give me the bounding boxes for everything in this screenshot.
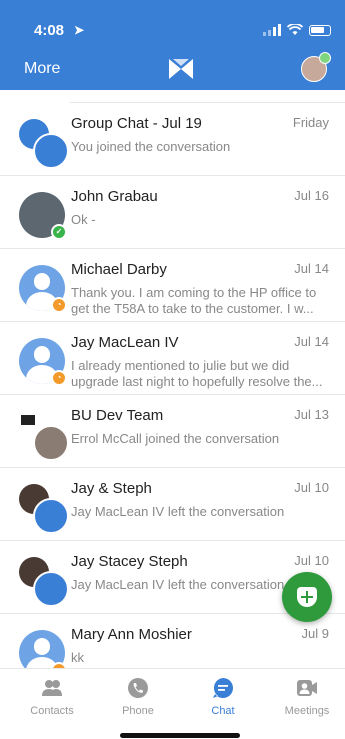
chat-row[interactable]: ◔ Mary Ann Moshier Jul 9 kk xyxy=(0,614,345,668)
tab-label: Meetings xyxy=(284,705,330,717)
tab-phone[interactable]: Phone xyxy=(95,677,181,717)
chat-name: Michael Darby xyxy=(71,261,167,278)
chat-date: Jul 9 xyxy=(301,626,329,641)
status-time: 4:08 xyxy=(34,22,65,39)
online-status-icon: ✓ xyxy=(51,224,67,240)
status-bar: 4:08 ➤ xyxy=(0,22,345,42)
tab-bar: Contacts Phone Chat Meetings xyxy=(0,668,345,739)
chat-name: Jay MacLean IV xyxy=(71,334,179,351)
chat-preview: Ok - xyxy=(71,212,96,227)
chat-preview: Thank you. I am coming to the HP office … xyxy=(71,285,317,316)
chat-row[interactable]: Jay & Steph Jul 10 Jay MacLean IV left t… xyxy=(0,468,345,541)
chat-name: Jay & Steph xyxy=(71,480,152,497)
chat-row[interactable]: ◔ Jay MacLean IV Jul 14 I already mentio… xyxy=(0,322,345,395)
chat-date: Jul 10 xyxy=(294,553,329,568)
group-avatar xyxy=(19,484,69,534)
profile-avatar[interactable] xyxy=(301,52,331,82)
chat-preview: I already mentioned to julie but we did … xyxy=(71,358,323,389)
chat-name: Jay Stacey Steph xyxy=(71,553,188,570)
chat-preview: Errol McCall joined the conversation xyxy=(71,431,280,446)
chat-name: Mary Ann Moshier xyxy=(71,626,192,643)
contacts-icon xyxy=(42,680,62,696)
wifi-icon xyxy=(287,24,303,35)
location-icon: ➤ xyxy=(74,23,85,37)
battery-icon xyxy=(309,24,331,36)
chat-row[interactable]: Group Chat - Jul 19 Friday You joined th… xyxy=(0,103,345,176)
online-status-icon xyxy=(319,52,331,64)
chat-icon xyxy=(213,678,233,698)
group-avatar xyxy=(19,557,69,607)
chat-row[interactable]: ✓ John Grabau Jul 16 Ok - xyxy=(0,176,345,249)
chat-preview: Jay MacLean IV left the conversation xyxy=(71,504,285,519)
app-header: 4:08 ➤ More xyxy=(0,0,345,90)
chat-name: BU Dev Team xyxy=(71,407,164,424)
new-chat-button[interactable] xyxy=(282,572,332,622)
group-avatar xyxy=(19,411,69,461)
contact-avatar: ◔ xyxy=(19,630,67,668)
tab-contacts[interactable]: Contacts xyxy=(9,677,95,717)
nav-bar: More xyxy=(0,52,345,86)
phone-icon xyxy=(128,678,148,698)
team-logo-icon xyxy=(21,415,35,425)
contact-avatar: ◔ xyxy=(19,265,67,313)
more-button[interactable]: More xyxy=(24,60,60,78)
app-logo-icon xyxy=(169,59,193,79)
add-chat-icon xyxy=(297,587,317,607)
away-status-icon: ◔ xyxy=(51,370,67,386)
away-status-icon: ◔ xyxy=(51,297,67,313)
chat-date: Jul 13 xyxy=(294,407,329,422)
chat-preview: You joined the conversation xyxy=(71,139,231,154)
chat-row[interactable]: BU Dev Team Jul 13 Errol McCall joined t… xyxy=(0,395,345,468)
signal-icon xyxy=(263,24,281,36)
chat-row[interactable]: ◔ Michael Darby Jul 14 Thank you. I am c… xyxy=(0,249,345,322)
chat-date: Friday xyxy=(292,115,329,130)
contact-avatar: ✓ xyxy=(19,192,67,240)
tab-label: Chat xyxy=(211,705,235,717)
tab-meetings[interactable]: Meetings xyxy=(264,677,345,717)
chat-date: Jul 16 xyxy=(294,188,329,203)
chat-date: Jul 10 xyxy=(294,480,329,495)
contact-avatar: ◔ xyxy=(19,338,67,386)
home-indicator xyxy=(120,733,240,738)
chat-name: Group Chat - Jul 19 xyxy=(71,115,202,132)
chat-date: Jul 14 xyxy=(294,261,329,276)
chat-date: Jul 14 xyxy=(294,334,329,349)
group-avatar xyxy=(19,119,69,169)
chat-preview: kk xyxy=(71,650,84,665)
tab-chat[interactable]: Chat xyxy=(180,677,266,717)
meetings-icon xyxy=(297,680,317,696)
chat-name: John Grabau xyxy=(71,188,158,205)
tab-label: Contacts xyxy=(30,705,74,717)
tab-label: Phone xyxy=(122,705,154,717)
list-scroll-peek xyxy=(70,90,345,103)
